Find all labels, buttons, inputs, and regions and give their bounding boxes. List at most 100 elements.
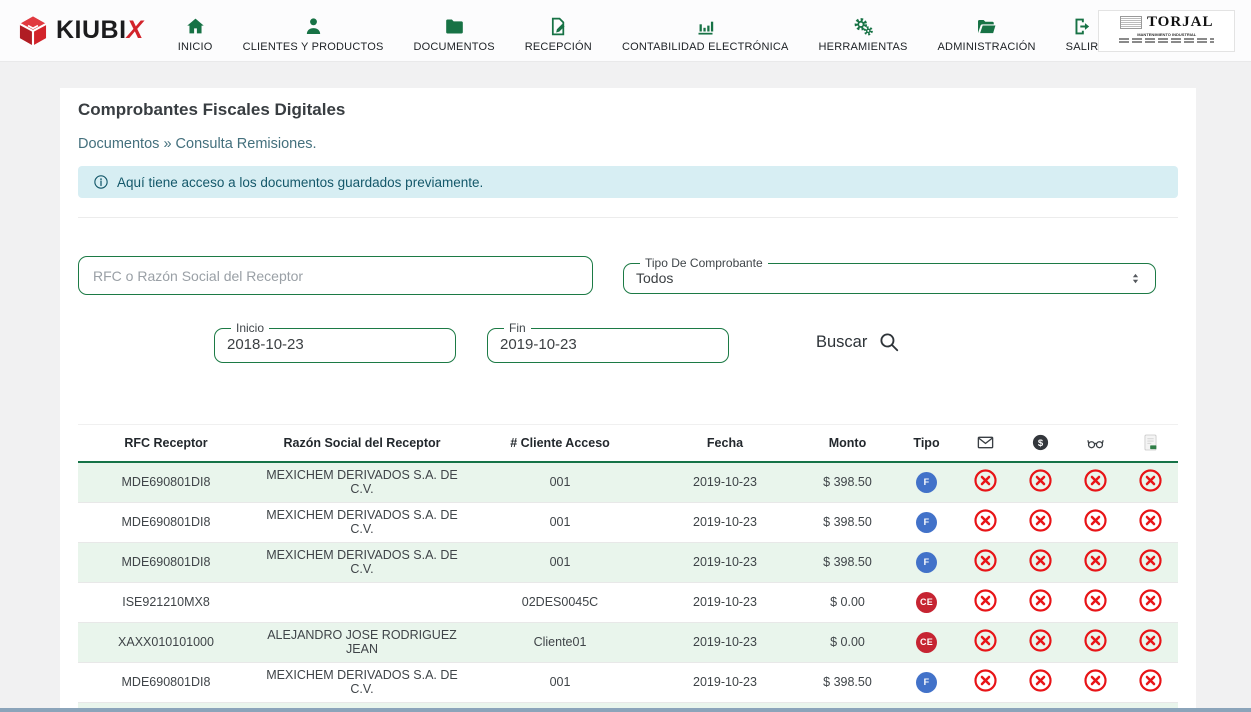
xml-disabled-button[interactable] — [1138, 628, 1163, 653]
ver-disabled-button[interactable] — [1083, 588, 1108, 613]
header-rfc-receptor: RFC Receptor — [78, 425, 254, 463]
xml-disabled-button[interactable] — [1138, 588, 1163, 613]
table-row: ISE921210MX8 02DES0045C 2019-10-23 $ 0.0… — [78, 582, 1178, 622]
documents-table: RFC Receptor Razón Social del Receptor #… — [78, 424, 1178, 712]
filter-form: Tipo De Comprobante Todos Inicio Fin — [78, 256, 1178, 363]
email-disabled-button[interactable] — [973, 668, 998, 693]
header-monto: Monto — [800, 425, 895, 463]
updown-arrows-icon — [1128, 271, 1143, 286]
top-navbar: KIUBIX INICIO CLIENTES Y PRODUCTOS DOCUM… — [0, 0, 1251, 62]
tipo-comprobante-label: Tipo De Comprobante — [640, 256, 768, 270]
fecha-inicio-label: Inicio — [231, 321, 269, 335]
ver-disabled-button[interactable] — [1083, 668, 1108, 693]
nav-item-inicio[interactable]: INICIO — [178, 8, 213, 53]
red-x-circle-icon — [1083, 468, 1108, 493]
breadcrumb-section[interactable]: Documentos — [78, 136, 159, 152]
cell-cliente: 001 — [470, 462, 650, 502]
xml-disabled-button[interactable] — [1138, 508, 1163, 533]
document-edit-icon — [548, 16, 569, 37]
cell-razon: MEXICHEM DERIVADOS S.A. DE C.V. — [254, 462, 470, 502]
table-row: MDE690801DI8 MEXICHEM DERIVADOS S.A. DE … — [78, 502, 1178, 542]
pago-disabled-button[interactable] — [1028, 628, 1053, 653]
buscar-button[interactable]: Buscar — [812, 325, 904, 359]
nav-item-documentos[interactable]: DOCUMENTOS — [414, 8, 495, 53]
header-pago — [1013, 425, 1068, 463]
glasses-icon — [1086, 433, 1105, 452]
cell-razon — [254, 582, 470, 622]
cell-cliente: 001 — [470, 502, 650, 542]
tipo-comprobante-select[interactable]: Tipo De Comprobante Todos — [623, 256, 1156, 294]
email-disabled-button[interactable] — [973, 628, 998, 653]
rfc-search-input[interactable] — [78, 256, 593, 295]
bottom-window-edge — [0, 708, 1251, 712]
kiubix-cube-icon — [16, 14, 50, 48]
email-disabled-button[interactable] — [973, 588, 998, 613]
xml-disabled-button[interactable] — [1138, 468, 1163, 493]
page-background: Comprobantes Fiscales Digitales Document… — [0, 62, 1251, 712]
pago-disabled-button[interactable] — [1028, 668, 1053, 693]
xml-file-icon — [1141, 433, 1160, 452]
tipo-badge: CE — [916, 632, 937, 653]
red-x-circle-icon — [1028, 508, 1053, 533]
pago-disabled-button[interactable] — [1028, 468, 1053, 493]
pago-disabled-button[interactable] — [1028, 508, 1053, 533]
red-x-circle-icon — [1083, 588, 1108, 613]
cell-fecha: 2019-10-23 — [650, 542, 800, 582]
xml-disabled-button[interactable] — [1138, 548, 1163, 573]
header-ver — [1068, 425, 1123, 463]
ver-disabled-button[interactable] — [1083, 548, 1108, 573]
cell-fecha: 2019-10-23 — [650, 462, 800, 502]
red-x-circle-icon — [1028, 628, 1053, 653]
person-icon — [303, 16, 324, 37]
breadcrumb-current[interactable]: Consulta Remisiones. — [176, 136, 317, 152]
open-folder-icon — [976, 16, 997, 37]
nav-label: RECEPCIÓN — [525, 41, 592, 53]
red-x-circle-icon — [973, 548, 998, 573]
info-icon — [93, 174, 109, 190]
fecha-fin-input[interactable] — [498, 335, 718, 355]
page-title: Comprobantes Fiscales Digitales — [78, 100, 1178, 120]
red-x-circle-icon — [1083, 548, 1108, 573]
email-disabled-button[interactable] — [973, 468, 998, 493]
header-cliente-acceso: # Cliente Acceso — [470, 425, 650, 463]
info-alert-text: Aquí tiene acceso a los documentos guard… — [117, 175, 483, 190]
cell-monto: $ 398.50 — [800, 542, 895, 582]
ver-disabled-button[interactable] — [1083, 508, 1108, 533]
torjal-stamp-icon — [1120, 16, 1142, 29]
cell-monto: $ 0.00 — [800, 582, 895, 622]
cell-rfc: MDE690801DI8 — [78, 662, 254, 702]
nav-item-clientes-y-productos[interactable]: CLIENTES Y PRODUCTOS — [243, 8, 384, 53]
kiubix-logo[interactable]: KIUBIX — [16, 14, 144, 48]
cell-razon: MEXICHEM DERIVADOS S.A. DE C.V. — [254, 662, 470, 702]
breadcrumb: Documentos » Consulta Remisiones. — [78, 136, 1178, 152]
email-disabled-button[interactable] — [973, 508, 998, 533]
nav-item-contabilidad-electronica[interactable]: CONTABILIDAD ELECTRÓNICA — [622, 8, 789, 53]
torjal-subtitle: MANTENIMIENTO INDUSTRIAL — [1105, 32, 1228, 37]
cell-fecha: 2019-10-23 — [650, 582, 800, 622]
pago-disabled-button[interactable] — [1028, 548, 1053, 573]
ver-disabled-button[interactable] — [1083, 628, 1108, 653]
nav-item-recepcion[interactable]: RECEPCIÓN — [525, 8, 592, 53]
torjal-name: TORJAL — [1147, 14, 1214, 31]
cell-razon: MEXICHEM DERIVADOS S.A. DE C.V. — [254, 502, 470, 542]
fecha-inicio-input[interactable] — [225, 335, 445, 355]
red-x-circle-icon — [1138, 548, 1163, 573]
pago-disabled-button[interactable] — [1028, 588, 1053, 613]
nav-item-administracion[interactable]: ADMINISTRACIÓN — [938, 8, 1036, 53]
dollar-circle-icon — [1031, 433, 1050, 452]
cell-fecha: 2019-10-23 — [650, 662, 800, 702]
red-x-circle-icon — [973, 468, 998, 493]
table-row: MDE690801DI8 MEXICHEM DERIVADOS S.A. DE … — [78, 462, 1178, 502]
xml-disabled-button[interactable] — [1138, 668, 1163, 693]
nav-item-herramientas[interactable]: HERRAMIENTAS — [819, 8, 908, 53]
red-x-circle-icon — [1138, 668, 1163, 693]
ver-disabled-button[interactable] — [1083, 468, 1108, 493]
kiubix-logo-text: KIUBIX — [56, 16, 144, 45]
table-row: XAXX010101000 ALEJANDRO JOSE RODRIGUEZ J… — [78, 622, 1178, 662]
cell-cliente: 02DES0045C — [470, 582, 650, 622]
nav-label: CONTABILIDAD ELECTRÓNICA — [622, 41, 789, 53]
nav-item-salir[interactable]: SALIR — [1066, 8, 1099, 53]
cell-rfc: ISE921210MX8 — [78, 582, 254, 622]
email-disabled-button[interactable] — [973, 548, 998, 573]
header-tipo: Tipo — [895, 425, 958, 463]
